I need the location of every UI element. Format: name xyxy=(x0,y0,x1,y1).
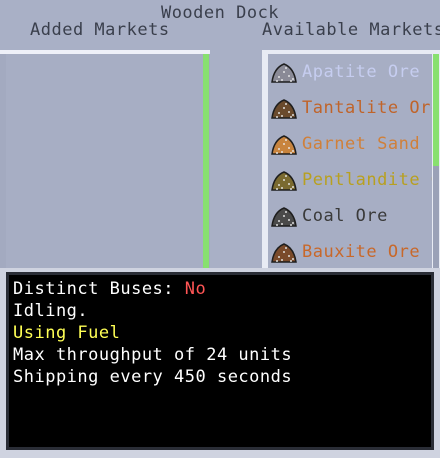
idle-status: Idling. xyxy=(13,301,89,321)
distinct-buses-value: No xyxy=(184,279,207,299)
market-item[interactable]: Bauxite Ore xyxy=(268,234,432,268)
added-markets-list[interactable] xyxy=(6,54,204,268)
pentlandite-ore-icon xyxy=(271,171,297,191)
garnet-sand-icon xyxy=(271,135,297,155)
coal-ore-icon xyxy=(271,207,297,227)
added-markets-scrollbar[interactable] xyxy=(203,54,209,268)
bauxite-ore-icon xyxy=(271,243,297,263)
distinct-buses-line: Distinct Buses: No xyxy=(13,279,206,299)
available-markets-header: Available Markets xyxy=(262,20,440,40)
throughput-status: Max throughput of 24 units xyxy=(13,345,293,365)
shipping-status: Shipping every 450 seconds xyxy=(13,367,293,387)
market-label: Pentlandite Ore xyxy=(302,170,432,190)
market-item[interactable]: Coal Ore xyxy=(268,198,432,234)
market-item[interactable]: Apatite Ore xyxy=(268,54,432,90)
panel-divider xyxy=(210,50,262,268)
market-item[interactable]: Garnet Sand xyxy=(268,126,432,162)
available-markets-scrollbar[interactable] xyxy=(433,54,439,166)
market-label: Bauxite Ore xyxy=(302,242,421,262)
market-item[interactable]: Tantalite Ore xyxy=(268,90,432,126)
market-label: Garnet Sand xyxy=(302,134,421,154)
tantalite-ore-icon xyxy=(271,99,297,119)
market-label: Tantalite Ore xyxy=(302,98,432,118)
fuel-status: Using Fuel xyxy=(13,323,121,343)
added-markets-header: Added Markets xyxy=(30,20,170,40)
distinct-buses-label: Distinct Buses: xyxy=(13,279,185,299)
apatite-ore-icon xyxy=(271,63,297,83)
available-markets-list[interactable]: Apatite Ore Tantalite Ore Garnet Sand Pentl… xyxy=(268,54,432,268)
market-item[interactable]: Pentlandite Ore xyxy=(268,162,432,198)
market-label: Coal Ore xyxy=(302,206,388,226)
market-label: Apatite Ore xyxy=(302,62,421,82)
